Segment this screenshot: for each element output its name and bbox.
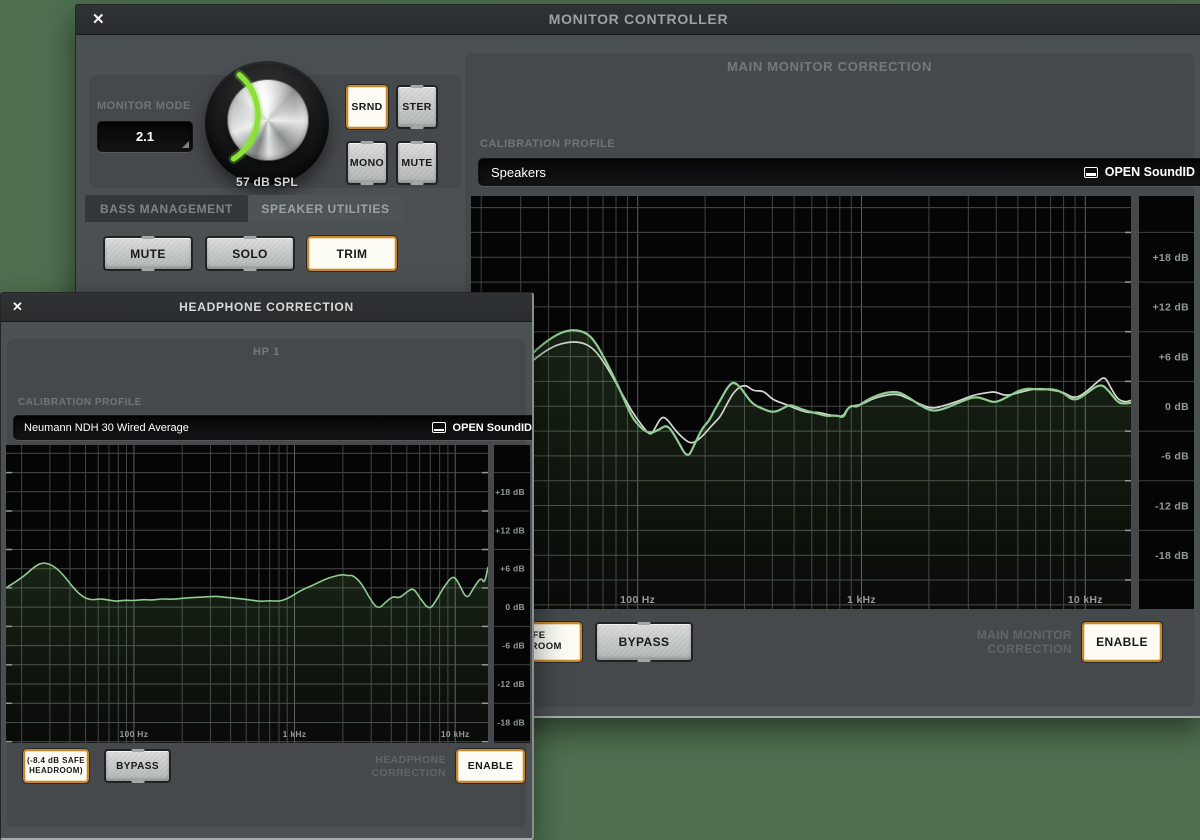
svg-text:0 dB: 0 dB [505,602,525,612]
svg-text:+12 dB: +12 dB [1152,302,1189,314]
svg-text:-6 dB: -6 dB [502,641,525,651]
svg-text:10 kHz: 10 kHz [1068,594,1103,606]
svg-text:+18 dB: +18 dB [1152,252,1189,264]
response-plot-area: 100 Hz 1 kHz 10 kHz [471,196,1131,609]
main-enable-button[interactable]: ENABLE [1082,622,1162,662]
main-correction-header: MAIN MONITOR CORRECTION [465,59,1194,74]
svg-text:-18 dB: -18 dB [497,718,525,728]
trim-speakers-button[interactable]: TRIM [307,236,397,271]
monitor-mode-label: MONITOR MODE [97,100,191,112]
svg-text:10 kHz: 10 kHz [441,729,470,739]
desktop-background: ✕ MONITOR CONTROLLER MONITOR MODE 2.1 57… [0,0,1200,840]
svg-text:+12 dB: +12 dB [495,525,525,535]
hp-bypass-button[interactable]: BYPASS [104,749,171,783]
calibration-profile-label: CALIBRATION PROFILE [480,138,615,150]
monitor-mode-value: 2.1 [136,129,154,144]
hp-safe-headroom-button[interactable]: (-8.4 dB SAFE HEADROOM) [23,749,89,783]
hp-enable-button[interactable]: ENABLE [456,749,525,783]
svg-text:0 dB: 0 dB [1165,401,1189,413]
mute-button[interactable]: MUTE [396,141,438,185]
open-soundid-label: OPEN SoundID [453,422,532,434]
speaker-profile-select[interactable]: Speakers OPEN SoundID [478,158,1200,186]
main-bypass-button[interactable]: BYPASS [595,622,693,662]
safe-headroom-line2: HEADROOM) [29,766,83,776]
hp-footer-label: HEADPHONE CORRECTION [301,754,446,779]
svg-text:+6 dB: +6 dB [500,564,525,574]
safe-headroom-line1: (-8.4 dB SAFE [27,756,85,766]
headphone-response-graph: 100 Hz 1 kHz 10 kHz +18 dB +12 dB +6 dB 0 dB -6… [6,445,530,743]
svg-text:+18 dB: +18 dB [495,487,525,497]
open-soundid-button[interactable]: OPEN SoundID [1084,165,1195,179]
svg-text:-12 dB: -12 dB [1155,500,1189,512]
svg-text:1 kHz: 1 kHz [847,594,876,606]
hp-output-label: HP 1 [7,346,526,358]
db-scale-column: +18 dB +12 dB +6 dB 0 dB -6 dB -12 dB -18 dB [494,445,530,743]
titlebar: ✕ HEADPHONE CORRECTION [1,293,532,322]
svg-text:100 Hz: 100 Hz [120,729,149,739]
tab-speaker-utilities[interactable]: SPEAKER UTILITIES [248,195,403,222]
response-plot-area: 100 Hz 1 kHz 10 kHz [6,445,488,743]
mute-speakers-button[interactable]: MUTE [103,236,193,271]
mono-button[interactable]: MONO [346,141,388,185]
db-scale-column: +18 dB +12 dB +6 dB 0 dB -6 dB -12 dB -18 dB [1139,196,1194,609]
svg-text:-12 dB: -12 dB [497,679,525,689]
svg-text:+6 dB: +6 dB [1159,351,1190,363]
svg-text:1 kHz: 1 kHz [283,729,307,739]
titlebar: ✕ MONITOR CONTROLLER [76,5,1200,35]
window-title: HEADPHONE CORRECTION [1,293,532,321]
srnd-button[interactable]: SRND [346,85,388,129]
dropdown-corner-icon [182,141,189,148]
svg-text:100 Hz: 100 Hz [620,594,655,606]
window-title: MONITOR CONTROLLER [76,5,1200,34]
open-soundid-label: OPEN SoundID [1105,165,1195,179]
soundid-window-icon [1084,167,1098,178]
solo-speakers-button[interactable]: SOLO [205,236,295,271]
monitor-mode-select[interactable]: 2.1 [97,121,193,152]
tab-bass-management[interactable]: BASS MANAGEMENT [85,195,248,222]
soundid-window-icon [432,422,446,433]
headphone-correction-window: ✕ HEADPHONE CORRECTION HP 1 CALIBRATION … [0,292,534,840]
svg-text:-6 dB: -6 dB [1161,451,1189,463]
headphone-profile-value: Neumann NDH 30 Wired Average [24,422,189,434]
svg-text:-18 dB: -18 dB [1155,550,1189,562]
speaker-profile-value: Speakers [491,165,546,180]
calibration-profile-label: CALIBRATION PROFILE [18,397,142,408]
ster-button[interactable]: STER [396,85,438,129]
main-monitor-response-graph: 100 Hz 1 kHz 10 kHz +18 dB +12 dB +6 dB 0 dB -6… [471,196,1194,609]
spl-readout: 57 dB SPL [205,175,329,189]
volume-knob[interactable] [205,61,329,185]
open-soundid-button[interactable]: OPEN SoundID [432,422,532,434]
knob-level-arc-icon [205,61,329,185]
main-correction-footer-label: MAIN MONITOR CORRECTION [865,628,1072,657]
headphone-profile-select[interactable]: Neumann NDH 30 Wired Average OPEN SoundI… [13,415,534,440]
